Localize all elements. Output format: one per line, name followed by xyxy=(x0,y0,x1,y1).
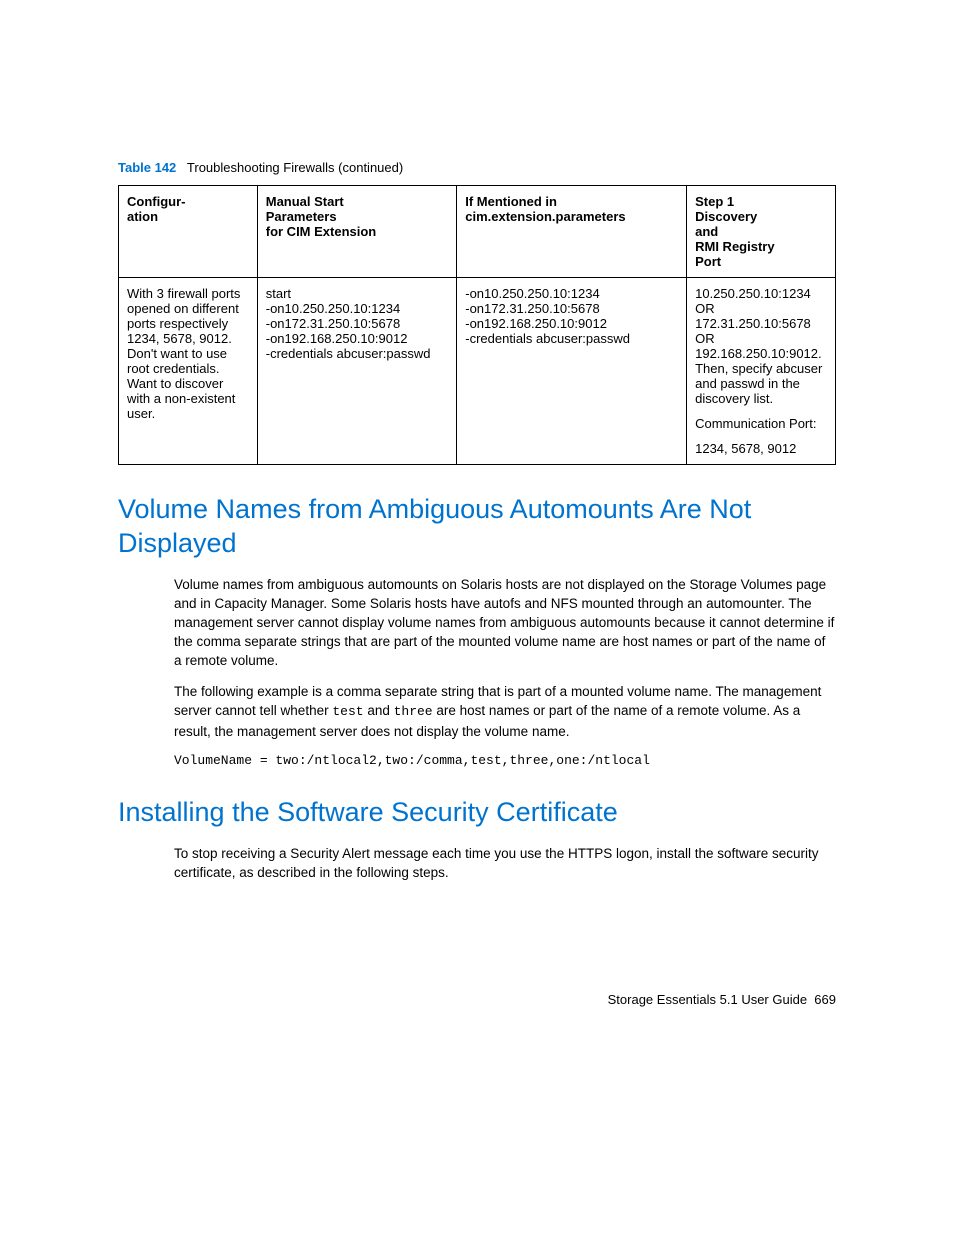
cell-step1: 10.250.250.10:1234 OR 172.31.250.10:5678… xyxy=(687,278,836,465)
cell-if-mentioned: -on10.250.250.10:1234 -on172.31.250.10:5… xyxy=(457,278,687,465)
section1-p2-b: and xyxy=(364,703,394,718)
troubleshooting-table: Configur- ation Manual Start Parameters … xyxy=(118,185,836,465)
table-row: With 3 firewall ports opened on differen… xyxy=(119,278,836,465)
table-caption: Table 142 Troubleshooting Firewalls (con… xyxy=(118,160,836,175)
section-heading-volume-names: Volume Names from Ambiguous Automounts A… xyxy=(118,493,836,561)
header-if-mentioned: If Mentioned in cim.extension.parameters xyxy=(457,186,687,278)
section1-body: Volume names from ambiguous automounts o… xyxy=(174,575,836,742)
section-heading-certificate: Installing the Software Security Certifi… xyxy=(118,796,836,830)
header-configuration: Configur- ation xyxy=(119,186,258,278)
cell-step1-p1: 10.250.250.10:1234 OR 172.31.250.10:5678… xyxy=(695,286,827,406)
header-step1: Step 1 Discovery and RMI Registry Port xyxy=(687,186,836,278)
footer-page-number: 669 xyxy=(814,992,836,1007)
cell-step1-p3: 1234, 5678, 9012 xyxy=(695,441,827,456)
section2-p1: To stop receiving a Security Alert messa… xyxy=(174,844,836,882)
document-page: Table 142 Troubleshooting Firewalls (con… xyxy=(0,0,954,1087)
table-header-row: Configur- ation Manual Start Parameters … xyxy=(119,186,836,278)
inline-code-test: test xyxy=(332,704,363,719)
section1-p1: Volume names from ambiguous automounts o… xyxy=(174,575,836,671)
page-footer: Storage Essentials 5.1 User Guide 669 xyxy=(118,992,836,1007)
cell-step1-p2: Communication Port: xyxy=(695,416,827,431)
table-caption-title: Troubleshooting Firewalls (continued) xyxy=(187,160,403,175)
table-caption-label: Table 142 xyxy=(118,160,176,175)
header-manual-start: Manual Start Parameters for CIM Extensio… xyxy=(257,186,457,278)
cell-configuration: With 3 firewall ports opened on differen… xyxy=(119,278,258,465)
inline-code-three: three xyxy=(394,704,433,719)
volume-name-code: VolumeName = two:/ntlocal2,two:/comma,te… xyxy=(174,753,836,768)
footer-title: Storage Essentials 5.1 User Guide xyxy=(608,992,807,1007)
section2-body: To stop receiving a Security Alert messa… xyxy=(174,844,836,882)
cell-manual-start: start -on10.250.250.10:1234 -on172.31.25… xyxy=(257,278,457,465)
section1-p2: The following example is a comma separat… xyxy=(174,682,836,741)
